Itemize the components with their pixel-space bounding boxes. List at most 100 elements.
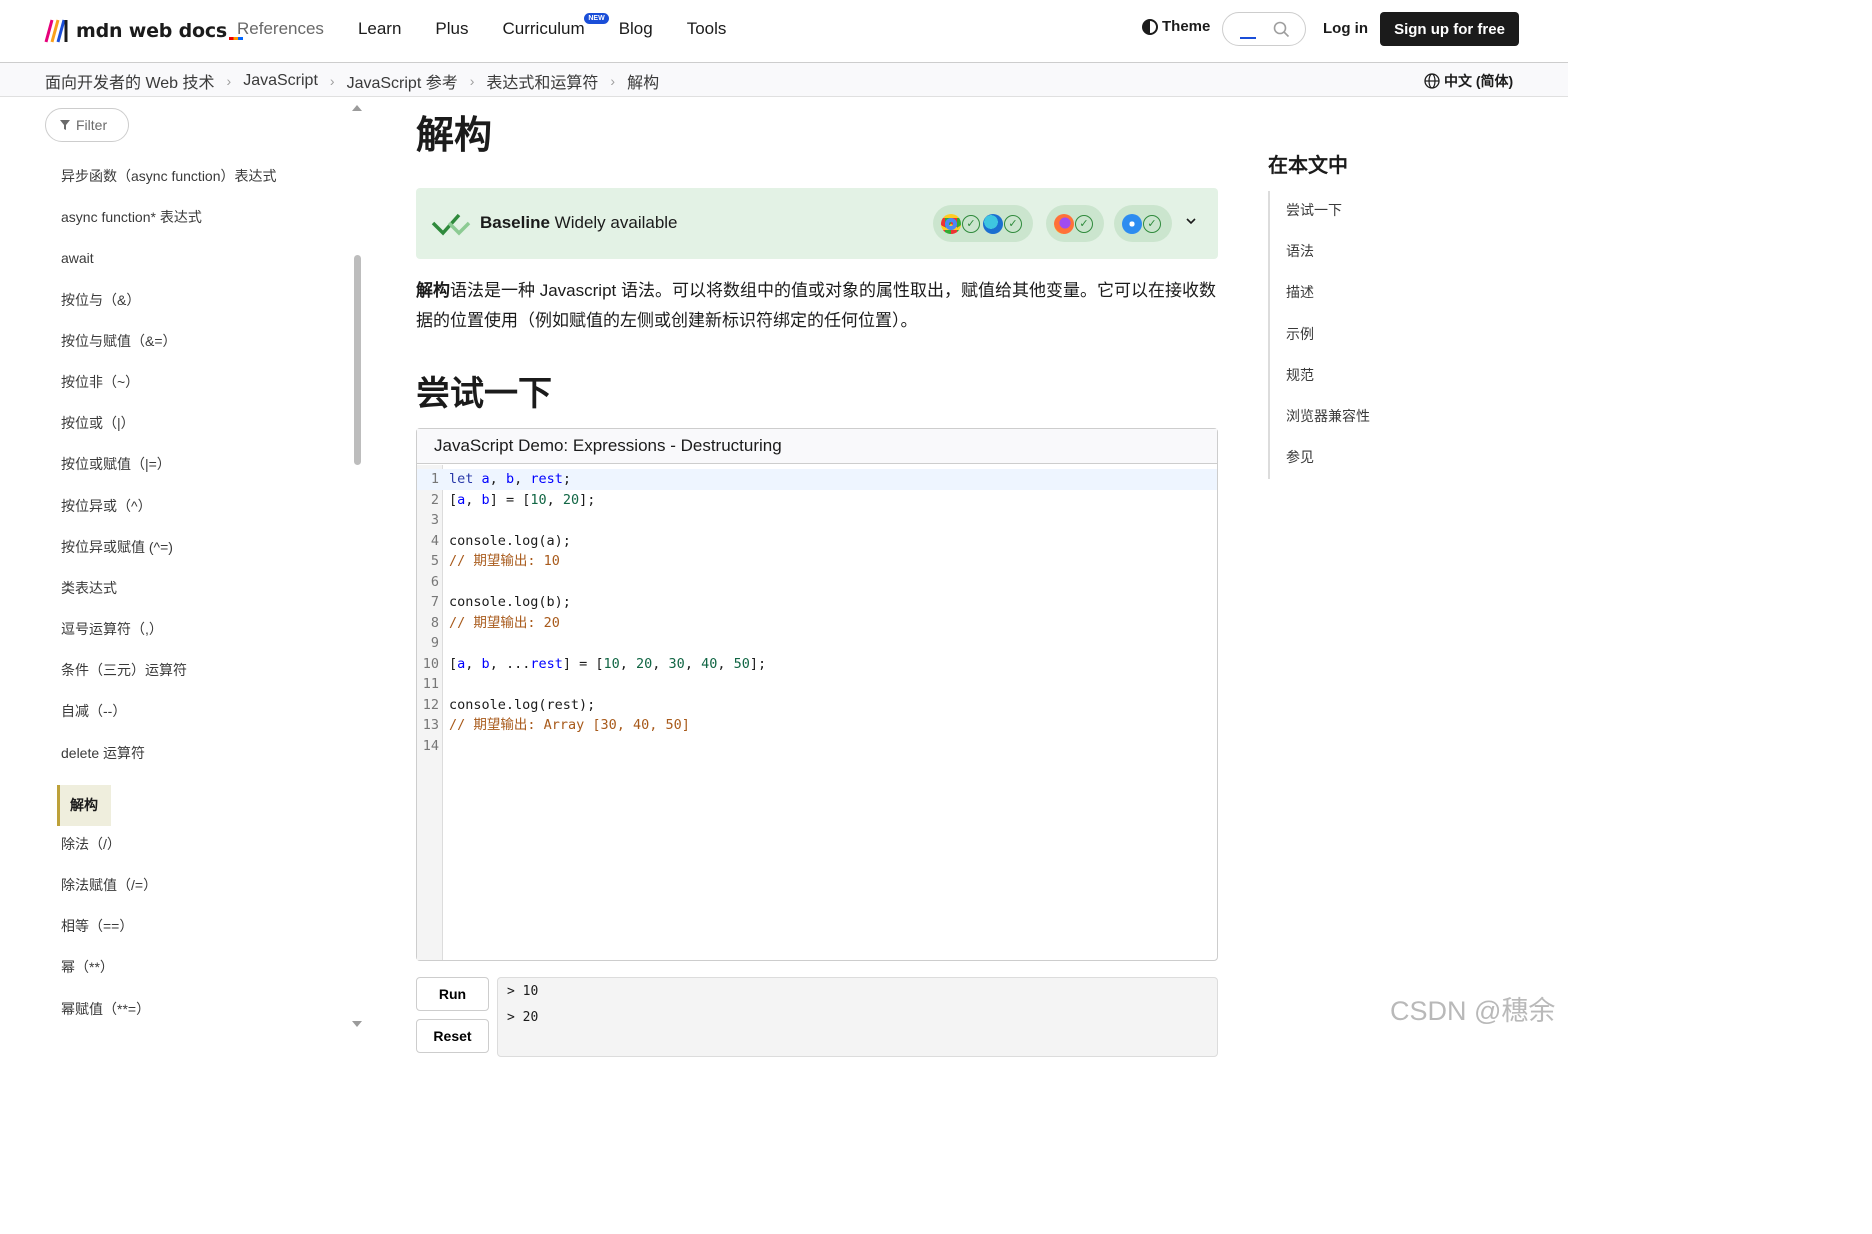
code-line: 10 [a, b, ...rest] = [10, 20, 30, 40, 50]… — [417, 654, 1217, 675]
code-line: 13 // 期望输出: Array [30, 40, 50] — [417, 715, 1217, 736]
breadcrumb-item[interactable]: 面向开发者的 Web 技术 — [45, 69, 215, 93]
sidebar-item[interactable]: async function* 表达式 — [61, 205, 341, 246]
sidebar-item[interactable]: 幂赋值（**=） — [61, 997, 341, 1038]
supported-check-icon: ✓ — [962, 214, 980, 233]
nav-plus[interactable]: Plus — [435, 19, 468, 39]
line-number: 8 — [430, 614, 439, 631]
breadcrumb-item[interactable]: 表达式和运算符 — [486, 69, 598, 93]
console-line: > 20 — [507, 1010, 539, 1025]
scroll-up-icon[interactable] — [352, 105, 362, 111]
mdn-logo[interactable]: mdn web docs — [44, 17, 244, 45]
supported-check-icon: ✓ — [1004, 214, 1022, 233]
line-number: 7 — [430, 594, 439, 610]
sidebar-item[interactable]: 异步函数（async function）表达式 — [61, 164, 341, 205]
safari-icon — [1122, 213, 1142, 234]
toc-item[interactable]: 描述 — [1270, 273, 1370, 314]
search-icon — [1273, 21, 1290, 38]
sidebar-item[interactable]: delete 运算符 — [61, 741, 341, 782]
code-text: console.log(b); — [449, 594, 571, 610]
chevron-down-icon[interactable] — [1185, 215, 1197, 227]
sidebar-item[interactable]: 除法赋值（/=） — [61, 873, 341, 914]
sidebar-item[interactable]: 按位与（&） — [61, 288, 341, 329]
toc-item[interactable]: 规范 — [1270, 356, 1370, 397]
code-line: 7 console.log(b); — [417, 592, 1217, 613]
search-caret — [1240, 37, 1256, 39]
code-text: let a, b, rest; — [449, 471, 571, 487]
sidebar-item[interactable]: 按位异或（^） — [61, 494, 341, 535]
sidebar-list: 异步函数（async function）表达式 async function* 表… — [57, 164, 341, 1038]
reset-button[interactable]: Reset — [416, 1019, 489, 1053]
filter-placeholder: Filter — [76, 117, 108, 133]
language-switcher[interactable]: 中文 (简体) — [1424, 71, 1513, 91]
sidebar-item-active[interactable]: 解构 — [57, 784, 111, 826]
line-number: 13 — [422, 717, 439, 733]
sidebar-item[interactable]: 类表达式 — [61, 576, 341, 617]
supported-check-icon: ✓ — [1075, 214, 1093, 233]
globe-icon — [1424, 73, 1440, 89]
theme-icon — [1142, 18, 1158, 35]
sidebar-item[interactable]: 除法（/） — [61, 832, 341, 873]
code-line: 12 console.log(rest); — [417, 695, 1217, 716]
login-link[interactable]: Log in — [1323, 20, 1368, 37]
code-line: 4 console.log(a); — [417, 531, 1217, 552]
filter-input[interactable]: Filter — [45, 108, 129, 142]
search-input[interactable] — [1222, 12, 1306, 46]
firefox-icon — [1054, 213, 1074, 234]
baseline-banner[interactable]: Baseline Widely available ✓ ✓ ✓ ✓ — [416, 188, 1218, 259]
line-number: 1 — [430, 471, 439, 487]
sidebar-item[interactable]: await — [61, 246, 341, 287]
scroll-down-icon[interactable] — [352, 1021, 362, 1027]
code-editor[interactable]: 1 let a, b, rest; 2 [a, b] = [10, 20]; 3 4… — [417, 469, 1217, 756]
run-button[interactable]: Run — [416, 977, 489, 1011]
sidebar-item[interactable]: 按位或（|） — [61, 411, 341, 452]
sidebar-item[interactable]: 条件（三元）运算符 — [61, 658, 341, 699]
code-line: 9 — [417, 633, 1217, 654]
code-line: 2 [a, b] = [10, 20]; — [417, 490, 1217, 511]
sidebar-item[interactable]: 自减（--） — [61, 699, 341, 740]
toc-item[interactable]: 示例 — [1270, 315, 1370, 356]
browser-group-chromium: ✓ ✓ — [933, 205, 1033, 242]
nav-curriculum-label: Curriculum — [502, 18, 585, 38]
line-number: 12 — [422, 696, 439, 713]
sidebar-item[interactable]: 幂（**） — [61, 955, 341, 996]
baseline-status: Widely available — [554, 213, 678, 232]
code-line: 8 // 期望输出: 20 — [417, 613, 1217, 634]
sidebar-item[interactable]: 按位或赋值（|=） — [61, 452, 341, 493]
nav-blog[interactable]: Blog — [619, 19, 653, 39]
interactive-demo: JavaScript Demo: Expressions - Destructu… — [416, 428, 1218, 961]
nav-tools[interactable]: Tools — [687, 19, 727, 39]
nav-learn[interactable]: Learn — [358, 19, 401, 39]
toc-item[interactable]: 参见 — [1270, 438, 1370, 479]
line-number: 5 — [430, 553, 439, 569]
sidebar-scrollbar[interactable] — [354, 255, 361, 465]
toc-item[interactable]: 浏览器兼容性 — [1270, 397, 1370, 438]
toc-item[interactable]: 语法 — [1270, 232, 1370, 273]
supported-check-icon: ✓ — [1143, 214, 1161, 233]
sidebar-item[interactable]: 按位异或赋值 (^=) — [61, 535, 341, 576]
breadcrumb-item[interactable]: 解构 — [627, 69, 659, 93]
intro-paragraph: 解构语法是一种 Javascript 语法。可以将数组中的值或对象的属性取出，赋… — [416, 276, 1218, 336]
sidebar-item[interactable]: 逗号运算符（,） — [61, 617, 341, 658]
code-line: 14 — [417, 736, 1217, 757]
signup-button[interactable]: Sign up for free — [1380, 12, 1519, 46]
sidebar-item[interactable]: 按位与赋值（&=） — [61, 329, 341, 370]
breadcrumb-item[interactable]: JavaScript — [243, 72, 318, 90]
code-line: 6 — [417, 572, 1217, 593]
line-number: 14 — [422, 737, 439, 754]
sidebar-item[interactable]: 按位非（~） — [61, 370, 341, 411]
mdn-m-icon — [44, 19, 68, 43]
code-text: [a, b] = [10, 20]; — [449, 491, 596, 508]
breadcrumb-separator-icon: › — [329, 73, 335, 89]
sidebar: Filter 异步函数（async function）表达式 async func… — [0, 97, 365, 1034]
line-number: 4 — [430, 532, 439, 549]
chrome-icon — [941, 213, 961, 234]
theme-switcher[interactable]: Theme — [1142, 18, 1210, 35]
nav-curriculum[interactable]: Curriculum NEW — [502, 12, 609, 39]
toc-item[interactable]: 尝试一下 — [1270, 191, 1370, 232]
nav-references[interactable]: References — [237, 19, 324, 39]
sidebar-item[interactable]: 相等（==） — [61, 914, 341, 955]
code-text: console.log(rest); — [449, 696, 596, 713]
code-comment: // 期望输出: 10 — [449, 553, 560, 569]
breadcrumb-item[interactable]: JavaScript 参考 — [347, 69, 458, 93]
